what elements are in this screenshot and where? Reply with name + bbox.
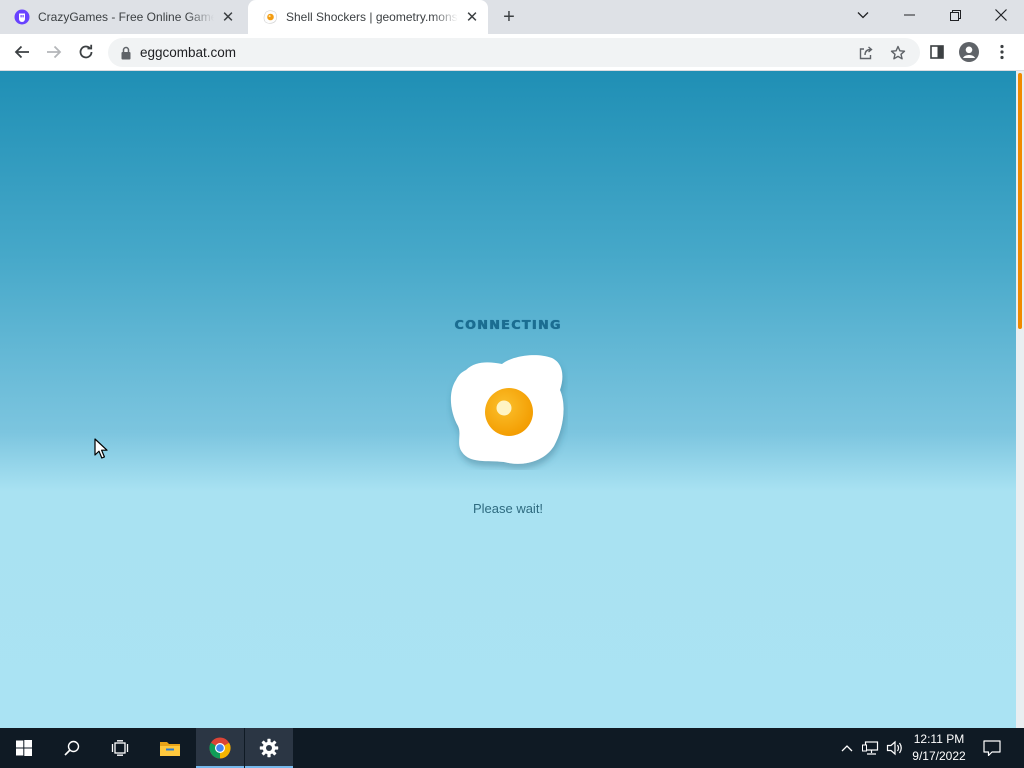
- settings-taskbar-button[interactable]: [245, 728, 293, 768]
- file-explorer-icon: [160, 742, 180, 756]
- mouse-pointer-icon: [94, 438, 108, 459]
- lock-icon[interactable]: [120, 46, 132, 60]
- restore-icon[interactable]: [932, 0, 978, 30]
- tab-title: CrazyGames - Free Online Games on CrazyG…: [38, 10, 214, 24]
- browser-toolbar: eggcombat.com: [0, 34, 1024, 71]
- page-scrollbar[interactable]: [1016, 71, 1024, 728]
- task-view-icon: [111, 740, 129, 756]
- search-icon: [64, 740, 80, 756]
- settings-icon: [259, 738, 279, 758]
- bookmark-star-icon[interactable]: [884, 38, 912, 67]
- chrome-taskbar-button[interactable]: [196, 728, 244, 768]
- network-icon[interactable]: [860, 728, 882, 768]
- address-bar[interactable]: eggcombat.com: [108, 38, 920, 67]
- close-window-icon[interactable]: [978, 0, 1024, 30]
- game-loading-screen[interactable]: CONNECTING Please wait!: [0, 71, 1016, 728]
- share-icon[interactable]: [852, 38, 880, 67]
- close-tab-icon[interactable]: ✕: [218, 7, 238, 27]
- profile-button[interactable]: [955, 38, 983, 66]
- screen: CrazyGames - Free Online Games on CrazyG…: [0, 0, 1024, 768]
- forward-arrow-icon: [47, 45, 62, 59]
- tab-search-chevron-icon[interactable]: [840, 0, 886, 30]
- windows-taskbar: 12:11 PM 9/17/2022: [0, 728, 1024, 768]
- tab-shell-shockers[interactable]: Shell Shockers | geometry.monster ✕: [248, 0, 488, 34]
- tab-strip: CrazyGames - Free Online Games on CrazyG…: [0, 0, 1024, 34]
- url-text[interactable]: eggcombat.com: [140, 45, 236, 60]
- more-vert-icon: [1000, 44, 1004, 60]
- chrome-icon: [209, 737, 231, 759]
- close-tab-icon[interactable]: ✕: [462, 7, 482, 27]
- search-button[interactable]: [48, 728, 96, 768]
- back-arrow-icon: [14, 45, 29, 59]
- action-center-button[interactable]: [978, 728, 1006, 768]
- volume-icon[interactable]: [884, 728, 906, 768]
- file-explorer-button[interactable]: [146, 728, 194, 768]
- back-button[interactable]: [8, 38, 36, 66]
- task-view-button[interactable]: [96, 728, 144, 768]
- forward-button[interactable]: [40, 38, 68, 66]
- new-tab-button[interactable]: +: [497, 5, 521, 29]
- scrollbar-thumb[interactable]: [1018, 73, 1022, 329]
- tab-crazygames[interactable]: CrazyGames - Free Online Games on CrazyG…: [0, 0, 244, 34]
- minimize-icon[interactable]: [886, 0, 932, 30]
- side-panel-button[interactable]: [923, 38, 951, 66]
- crazygames-icon: [14, 9, 30, 25]
- reload-icon: [79, 44, 93, 59]
- fried-egg-icon: [450, 355, 564, 464]
- clock-time: 12:11 PM: [913, 732, 965, 746]
- windows-start-icon: [16, 740, 32, 756]
- reload-button[interactable]: [72, 38, 100, 66]
- tab-title: Shell Shockers | geometry.monster: [286, 10, 458, 24]
- clock-date: 9/17/2022: [912, 749, 966, 763]
- show-hidden-icons-chevron-icon[interactable]: [838, 728, 856, 768]
- system-clock[interactable]: 12:11 PM 9/17/2022: [904, 731, 974, 765]
- egg-favicon-icon: [263, 10, 277, 24]
- profile-avatar-icon: [959, 42, 979, 62]
- connecting-title: CONNECTING: [454, 317, 562, 332]
- side-panel-icon: [930, 45, 944, 59]
- notification-icon: [983, 740, 1001, 756]
- status-message: Please wait!: [472, 501, 544, 516]
- start-button[interactable]: [0, 728, 48, 768]
- browser-menu-button[interactable]: [988, 38, 1016, 66]
